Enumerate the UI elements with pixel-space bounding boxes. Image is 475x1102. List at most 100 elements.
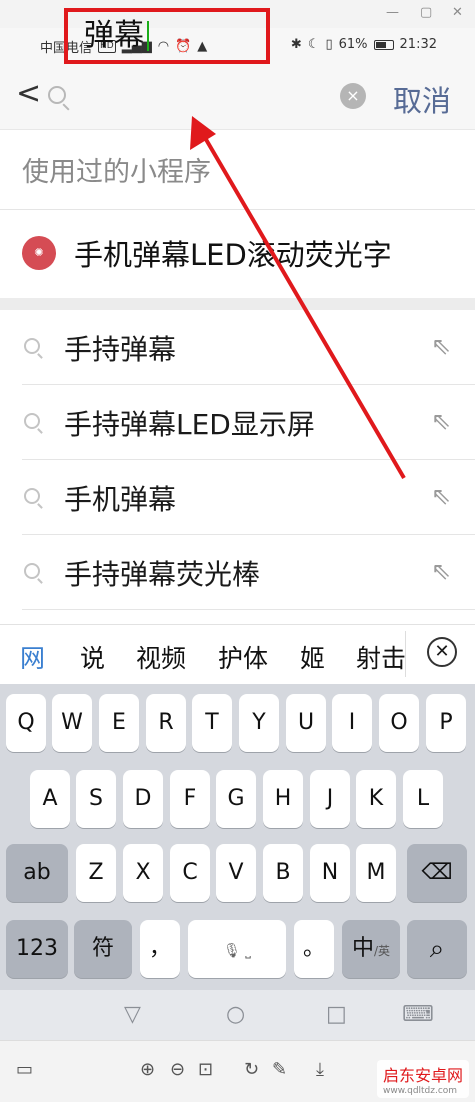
key-g[interactable]: G <box>216 770 256 828</box>
nav-home-icon[interactable]: ○ <box>226 1002 245 1027</box>
key-language-toggle[interactable]: 中/英 <box>342 920 400 978</box>
candidate-word[interactable]: 护体 <box>218 639 268 675</box>
search-icon <box>24 563 40 579</box>
candidate-word[interactable]: 说 <box>80 639 105 675</box>
battery-percent: 61% <box>338 37 368 52</box>
battery-icon <box>373 39 394 50</box>
key-symbols[interactable]: 符 <box>74 920 132 978</box>
key-a[interactable]: A <box>30 770 70 828</box>
download-icon[interactable]: ⤓ <box>316 1059 324 1080</box>
key-j[interactable]: J <box>310 770 350 828</box>
key-ab-toggle[interactable]: ab <box>6 844 68 902</box>
fill-arrow-icon[interactable]: ⇖ <box>431 407 451 435</box>
system-nav-bar: ▽ ○ □ ⌨ <box>0 990 475 1040</box>
key-e[interactable]: E <box>99 694 139 752</box>
key-t[interactable]: T <box>192 694 232 752</box>
suggestion-text: 手机弹幕 <box>64 483 177 516</box>
key-comma[interactable]: ， <box>140 920 180 978</box>
key-123[interactable]: 123 <box>6 920 68 978</box>
key-h[interactable]: H <box>263 770 303 828</box>
key-v[interactable]: V <box>216 844 256 902</box>
key-x[interactable]: X <box>123 844 163 902</box>
clock: 21:32 <box>399 37 437 52</box>
actual-size-icon[interactable]: ⊡ <box>198 1059 213 1080</box>
key-w[interactable]: W <box>52 694 92 752</box>
nav-back-icon[interactable]: ▽ <box>124 1002 141 1027</box>
candidate-word[interactable]: 视频 <box>136 639 186 675</box>
key-d[interactable]: D <box>123 770 163 828</box>
edit-icon[interactable]: ✎ <box>272 1059 287 1080</box>
text-caret <box>147 21 149 51</box>
suggestion-item[interactable]: 手机弹幕 ⇖ <box>22 460 475 535</box>
cancel-button[interactable]: 取消 <box>393 78 451 120</box>
lang-en-label: /英 <box>373 944 391 958</box>
zoom-in-icon[interactable]: ⊕ <box>140 1059 155 1080</box>
mini-program-logo-icon: ✺ <box>22 236 56 270</box>
key-b[interactable]: B <box>263 844 303 902</box>
key-c[interactable]: C <box>170 844 210 902</box>
close-window-icon[interactable]: ✕ <box>452 5 463 20</box>
watermark-name: 启东安卓网 <box>382 1066 463 1085</box>
watermark: 启东安卓网 www.qdltdz.com <box>376 1060 469 1098</box>
key-z[interactable]: Z <box>76 844 116 902</box>
search-icon <box>24 338 40 354</box>
suggestion-item[interactable]: 手持弹幕 ⇖ <box>22 310 475 385</box>
key-q[interactable]: Q <box>6 694 46 752</box>
zoom-out-icon[interactable]: ⊖ <box>170 1059 185 1080</box>
candidate-word[interactable]: 网 <box>20 639 45 675</box>
mini-program-item[interactable]: ✺ 手机弹幕LED滚动荧光字 <box>0 210 475 298</box>
suggestion-item[interactable]: 手持弹幕荧光棒 ⇖ <box>22 535 475 610</box>
key-period[interactable]: 。 <box>294 920 334 978</box>
candidate-word[interactable]: 姬 <box>300 639 325 675</box>
search-key[interactable]: ⌕ <box>407 920 467 978</box>
keyboard: Q W E R T Y U I O P A S D F G H J K L ab… <box>0 684 475 990</box>
nav-recents-icon[interactable]: □ <box>326 1002 347 1027</box>
minimize-icon[interactable]: — <box>386 5 399 20</box>
backspace-icon[interactable]: ⌫ <box>407 844 467 902</box>
candidate-word[interactable]: 射击 <box>356 639 406 675</box>
suggestion-text: 手持弹幕荧光棒 <box>64 558 261 591</box>
moon-icon: ☾ <box>307 37 320 52</box>
key-r[interactable]: R <box>146 694 186 752</box>
fill-arrow-icon[interactable]: ⇖ <box>431 557 451 585</box>
section-gap <box>0 298 475 310</box>
search-icon <box>48 86 66 104</box>
search-input[interactable]: 弹幕 <box>84 16 149 56</box>
suggestion-item[interactable]: 手持弹幕LED显示屏 ⇖ <box>22 385 475 460</box>
key-i[interactable]: I <box>332 694 372 752</box>
recent-mini-programs-title: 使用过的小程序 <box>22 157 211 188</box>
lang-cn-label: 中 <box>351 936 374 961</box>
key-u[interactable]: U <box>286 694 326 752</box>
search-icon <box>24 488 40 504</box>
microphone-icon: 🎙︎ ⎵ <box>223 943 251 959</box>
search-query-text: 弹幕 <box>84 18 144 53</box>
ime-candidate-bar: 网 说 视频 护体 姬 射击 ✕ <box>0 624 475 684</box>
fill-arrow-icon[interactable]: ⇖ <box>431 332 451 360</box>
key-n[interactable]: N <box>310 844 350 902</box>
key-y[interactable]: Y <box>239 694 279 752</box>
fill-arrow-icon[interactable]: ⇖ <box>431 482 451 510</box>
rotate-icon[interactable]: ↻ <box>244 1059 259 1080</box>
key-s[interactable]: S <box>76 770 116 828</box>
vibrate-icon: ▯ <box>325 37 333 52</box>
keyboard-hide-icon[interactable]: ⌨ <box>402 1002 434 1027</box>
back-chevron-icon[interactable]: < <box>16 76 41 112</box>
maximize-icon[interactable]: ▢ <box>420 5 432 20</box>
key-p[interactable]: P <box>426 694 466 752</box>
clear-input-icon[interactable]: × <box>340 83 366 109</box>
key-m[interactable]: M <box>356 844 396 902</box>
mini-program-name: 手机弹幕LED滚动荧光字 <box>74 238 392 272</box>
suggestion-text: 手持弹幕 <box>64 333 177 366</box>
close-candidates-icon[interactable]: ✕ <box>427 637 457 667</box>
key-l[interactable]: L <box>403 770 443 828</box>
key-o[interactable]: O <box>379 694 419 752</box>
search-icon <box>24 413 40 429</box>
key-f[interactable]: F <box>170 770 210 828</box>
watermark-url: www.qdltdz.com <box>382 1086 458 1096</box>
suggestion-text: 手持弹幕LED显示屏 <box>64 408 315 441</box>
space-bar[interactable]: 🎙︎ ⎵ <box>188 920 286 978</box>
screen-icon[interactable]: ▭ <box>16 1059 33 1080</box>
bluetooth-icon: ✱ <box>290 37 302 52</box>
key-k[interactable]: K <box>356 770 396 828</box>
divider <box>405 631 406 677</box>
